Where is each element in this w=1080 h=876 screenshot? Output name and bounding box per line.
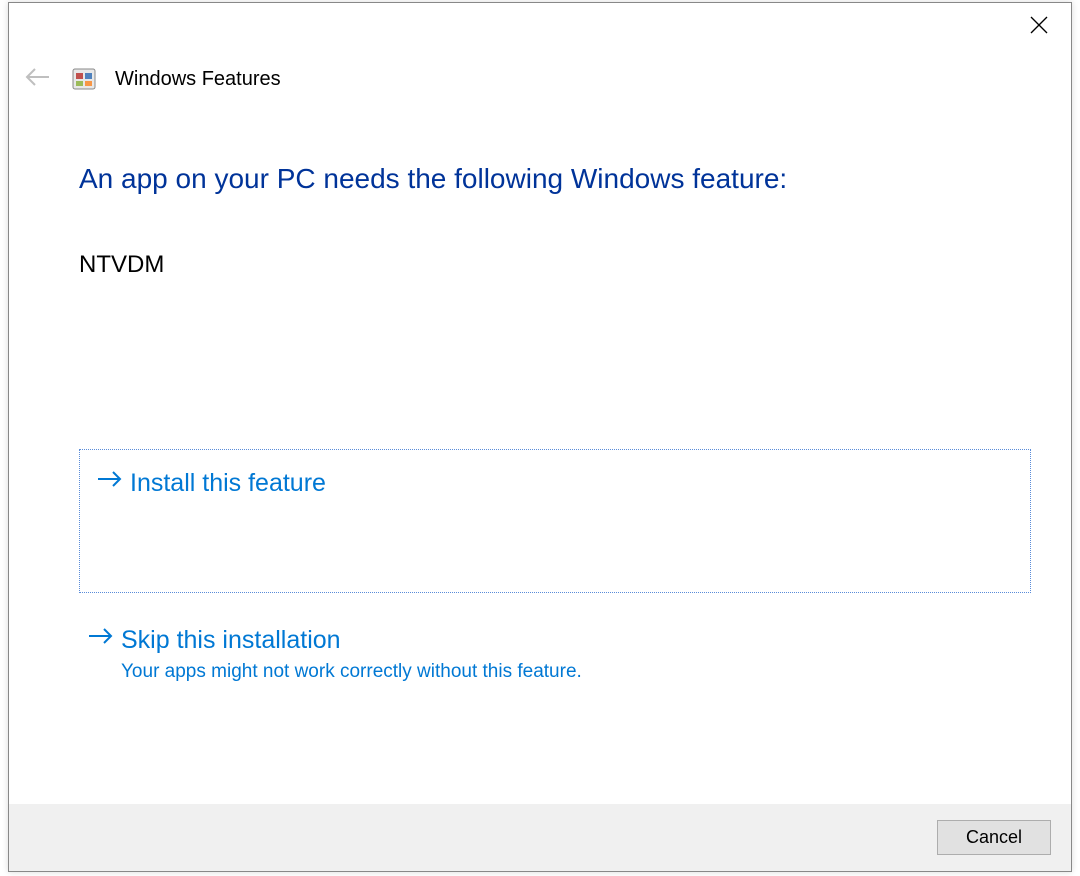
arrow-right-icon [87, 625, 115, 655]
dialog-header: Windows Features [9, 3, 1071, 95]
windows-features-icon [71, 66, 97, 92]
options-area: Install this feature Skip this installat… [79, 449, 1031, 689]
skip-option-subtitle: Your apps might not work correctly witho… [121, 661, 1023, 683]
cancel-button[interactable]: Cancel [937, 820, 1051, 855]
dialog-footer: Cancel [9, 804, 1071, 871]
headline-text: An app on your PC needs the following Wi… [79, 163, 1031, 195]
close-icon [1030, 14, 1048, 40]
dialog-title: Windows Features [115, 68, 281, 91]
close-button[interactable] [1021, 13, 1057, 41]
windows-features-dialog: Windows Features An app on your PC needs… [8, 2, 1072, 872]
skip-option-text: Skip this installation Your apps might n… [121, 625, 1023, 683]
install-option-row: Install this feature [88, 462, 1022, 504]
feature-name-text: NTVDM [79, 251, 1031, 279]
skip-option-title: Skip this installation [121, 625, 1023, 655]
skip-option[interactable]: Skip this installation Your apps might n… [79, 619, 1031, 689]
dialog-body: An app on your PC needs the following Wi… [9, 95, 1071, 804]
install-option[interactable]: Install this feature [79, 449, 1031, 593]
install-option-text: Install this feature [130, 468, 1014, 498]
install-option-title: Install this feature [130, 468, 1014, 498]
back-arrow-icon [23, 63, 53, 95]
arrow-right-icon [96, 468, 124, 498]
